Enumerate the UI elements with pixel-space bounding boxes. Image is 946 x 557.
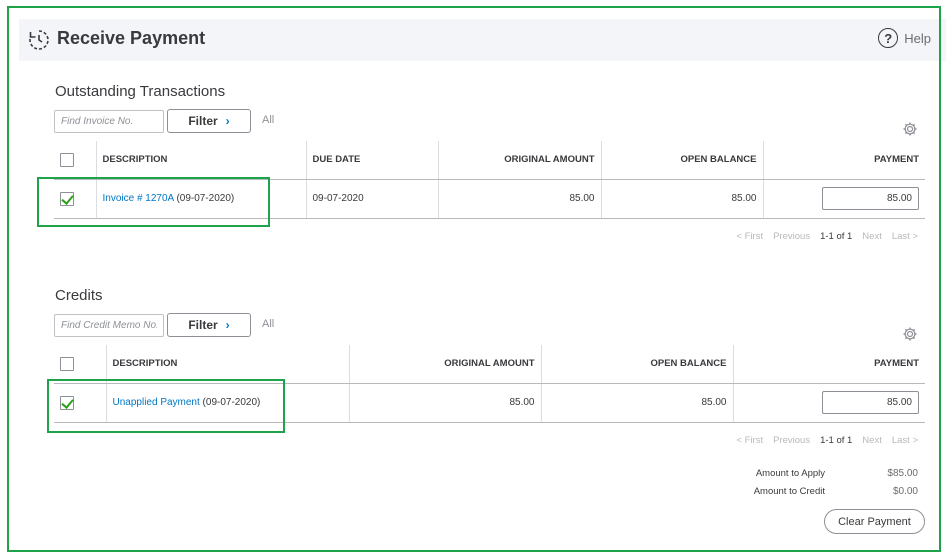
payment-totals: Amount to Apply $85.00 Amount to Credit … <box>700 464 918 500</box>
help-label: Help <box>904 30 931 46</box>
column-header-original-amount: ORIGINAL AMOUNT <box>437 141 601 180</box>
receive-payment-icon <box>29 30 49 50</box>
pager-previous[interactable]: Previous <box>773 435 810 446</box>
credits-pagination: < First Previous 1-1 of 1 Next Last > <box>736 435 918 446</box>
pager-next[interactable]: Next <box>862 231 882 242</box>
gear-icon[interactable] <box>902 326 918 342</box>
column-header-due-date: DUE DATE <box>305 141 438 180</box>
outstanding-transactions-title: Outstanding Transactions <box>55 83 226 100</box>
filter-label: Filter <box>188 318 218 332</box>
column-header-payment: PAYMENT <box>762 141 925 180</box>
select-all-checkbox[interactable] <box>60 152 74 167</box>
payment-input[interactable] <box>822 391 919 414</box>
payment-cell <box>762 179 925 219</box>
pager-last[interactable]: Last > <box>892 435 918 446</box>
column-header-open-balance: OPEN BALANCE <box>600 141 763 180</box>
clear-payment-button[interactable]: Clear Payment <box>824 509 925 534</box>
outstanding-pagination: < First Previous 1-1 of 1 Next Last > <box>736 231 918 242</box>
gear-icon[interactable] <box>902 121 918 137</box>
credit-date-text: (09-07-2020) <box>199 397 261 408</box>
column-header-open-balance: OPEN BALANCE <box>540 345 733 384</box>
credits-table: DESCRIPTION ORIGINAL AMOUNT OPEN BALANCE… <box>54 345 925 423</box>
credit-memo-search-input[interactable] <box>54 314 164 337</box>
original-amount-cell: 85.00 <box>348 383 541 423</box>
filter-label: Filter <box>188 114 218 128</box>
open-balance-cell: 85.00 <box>540 383 733 423</box>
payment-input[interactable] <box>822 187 919 210</box>
column-header-description: DESCRIPTION <box>105 345 349 384</box>
payment-cell <box>732 383 925 423</box>
select-all-checkbox[interactable] <box>60 356 74 371</box>
amount-to-credit-value: $0.00 <box>892 485 918 497</box>
help-icon: ? <box>878 28 899 48</box>
amount-to-apply-label: Amount to Apply <box>755 467 825 479</box>
due-date-cell: 09-07-2020 <box>305 179 438 219</box>
pager-first[interactable]: < First <box>736 435 763 446</box>
invoice-date-text: (09-07-2020) <box>173 193 235 204</box>
credits-title: Credits <box>55 287 103 304</box>
invoice-search-input[interactable] <box>54 110 164 133</box>
open-balance-cell: 85.00 <box>600 179 763 219</box>
chevron-right-icon: › <box>225 318 230 332</box>
original-amount-cell: 85.00 <box>437 179 601 219</box>
help-button[interactable]: ? Help <box>878 28 931 48</box>
outstanding-filter-button[interactable]: Filter › <box>167 109 251 133</box>
table-row: Invoice # 1270A (09-07-2020) 09-07-2020 … <box>54 179 925 219</box>
row-checkbox[interactable] <box>60 191 74 206</box>
table-header-row: DESCRIPTION DUE DATE ORIGINAL AMOUNT OPE… <box>54 141 925 180</box>
description-cell: Invoice # 1270A (09-07-2020) <box>95 179 306 219</box>
pager-first[interactable]: < First <box>736 231 763 242</box>
table-row: Unapplied Payment (09-07-2020) 85.00 85.… <box>54 383 925 423</box>
credits-filter-button[interactable]: Filter › <box>167 313 251 337</box>
outstanding-all-filter-label: All <box>262 114 275 126</box>
unapplied-payment-link[interactable]: Unapplied Payment <box>113 397 200 408</box>
column-header-payment: PAYMENT <box>732 345 925 384</box>
amount-to-credit-label: Amount to Credit <box>753 485 825 497</box>
amount-to-apply-row: Amount to Apply $85.00 <box>700 464 918 482</box>
description-cell: Unapplied Payment (09-07-2020) <box>105 383 349 423</box>
page-title: Receive Payment <box>57 28 206 48</box>
outstanding-transactions-table: DESCRIPTION DUE DATE ORIGINAL AMOUNT OPE… <box>54 141 925 219</box>
column-header-original-amount: ORIGINAL AMOUNT <box>348 345 541 384</box>
pager-current: 1-1 of 1 <box>820 231 853 242</box>
invoice-link[interactable]: Invoice # 1270A <box>103 193 174 204</box>
row-select-cell <box>54 383 106 423</box>
table-header-row: DESCRIPTION ORIGINAL AMOUNT OPEN BALANCE… <box>54 345 925 384</box>
pager-last[interactable]: Last > <box>892 231 918 242</box>
row-select-cell <box>54 179 96 219</box>
credits-all-filter-label: All <box>262 318 275 330</box>
select-all-header <box>54 345 106 384</box>
chevron-right-icon: › <box>225 114 230 128</box>
amount-to-apply-value: $85.00 <box>887 467 918 479</box>
pager-previous[interactable]: Previous <box>773 231 810 242</box>
amount-to-credit-row: Amount to Credit $0.00 <box>700 482 918 500</box>
select-all-header <box>54 141 96 180</box>
pager-next[interactable]: Next <box>862 435 882 446</box>
pager-current: 1-1 of 1 <box>820 435 853 446</box>
column-header-description: DESCRIPTION <box>95 141 306 180</box>
row-checkbox[interactable] <box>60 395 74 410</box>
page-header: Receive Payment ? Help <box>19 19 946 61</box>
